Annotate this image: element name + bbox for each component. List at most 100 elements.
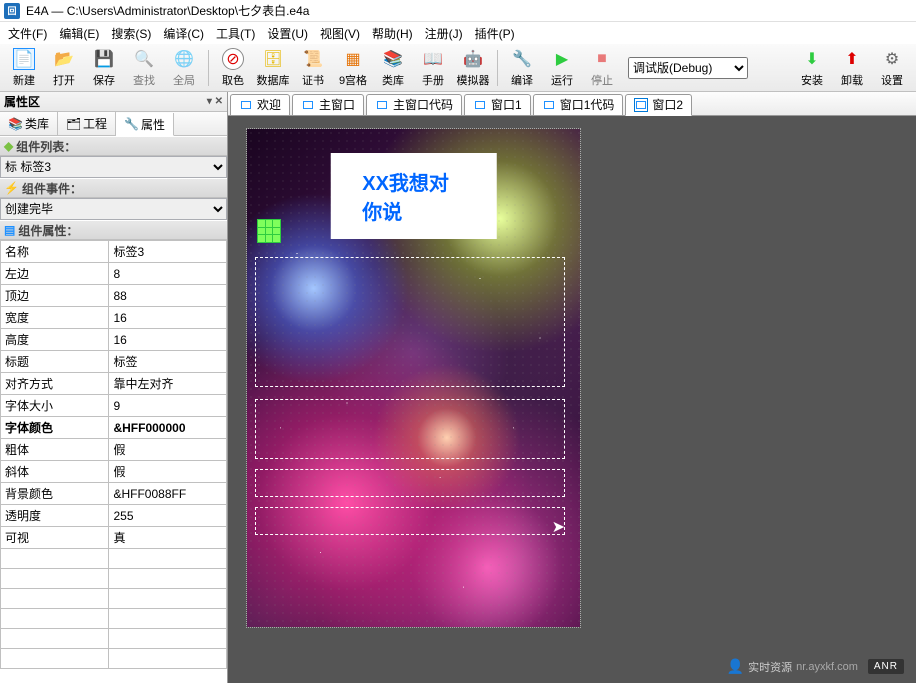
tool-lib-button[interactable]: 📚 类库	[373, 46, 413, 90]
selection-box-2[interactable]	[255, 399, 565, 459]
lib-icon: 📚	[382, 48, 404, 70]
tool-9g-button[interactable]: ▦9宫格	[333, 46, 373, 90]
editor-tab-窗口2[interactable]: 窗口2	[625, 94, 692, 116]
prop-value[interactable]: 标签	[109, 351, 227, 373]
tool-label: 编译	[511, 72, 533, 88]
prop-value[interactable]: 255	[109, 505, 227, 527]
menu-设置(U)[interactable]: 设置(U)	[261, 23, 314, 44]
prop-value[interactable]: 88	[109, 285, 227, 307]
prop-value[interactable]: 假	[109, 439, 227, 461]
tool-set-button[interactable]: ⚙设置	[872, 46, 912, 90]
tool-inst-button[interactable]: ⬇安装	[792, 46, 832, 90]
editor-tab-窗口1代码[interactable]: 窗口1代码	[533, 94, 624, 116]
tool-label: 类库	[382, 72, 404, 88]
tool-globe-button: 🌐全局	[164, 46, 204, 90]
selection-box-1[interactable]	[255, 257, 565, 387]
prop-name: 左边	[1, 263, 109, 285]
build-mode-select[interactable]: 调试版(Debug)	[628, 57, 748, 79]
component-event-header: ⚡ 组件事件：	[0, 178, 227, 198]
prop-name: 宽度	[1, 307, 109, 329]
design-label[interactable]: XX我想对你说	[330, 153, 497, 239]
panel-title-text: 属性区	[4, 93, 40, 110]
menu-编译(C)[interactable]: 编译(C)	[157, 23, 210, 44]
prop-row[interactable]: 左边8	[1, 263, 227, 285]
menu-工具(T)[interactable]: 工具(T)	[210, 23, 261, 44]
prop-row[interactable]: 可视真	[1, 527, 227, 549]
prop-name: 名称	[1, 241, 109, 263]
tool-run-button[interactable]: ▶运行	[542, 46, 582, 90]
tool-cert-button[interactable]: 📜证书	[293, 46, 333, 90]
event-select[interactable]: 创建完毕	[0, 198, 227, 220]
prop-value[interactable]: 靠中左对齐	[109, 373, 227, 395]
tool-db-button[interactable]: 🗄数据库	[253, 46, 293, 90]
tool-label: 停止	[591, 72, 613, 88]
prop-name: 粗体	[1, 439, 109, 461]
prop-row[interactable]: 背景颜色&HFF0088FF	[1, 483, 227, 505]
tool-emu-button[interactable]: 🤖模拟器	[453, 46, 493, 90]
prop-value[interactable]: &HFF0088FF	[109, 483, 227, 505]
prop-row[interactable]: 字体大小9	[1, 395, 227, 417]
db-icon: 🗄	[262, 48, 284, 70]
tool-stop-button: ■停止	[582, 46, 622, 90]
tool-book-button[interactable]: 📖手册	[413, 46, 453, 90]
panel-pin-close[interactable]: ▾ ✕	[207, 96, 223, 107]
tool-new-button[interactable]: 📄新建	[4, 46, 44, 90]
menu-编辑(E)[interactable]: 编辑(E)	[53, 23, 105, 44]
prop-value[interactable]: 16	[109, 307, 227, 329]
menu-搜索(S)[interactable]: 搜索(S)	[105, 23, 157, 44]
menubar: 文件(F)编辑(E)搜索(S)编译(C)工具(T)设置(U)视图(V)帮助(H)…	[0, 22, 916, 44]
watermark-tag: ANR	[868, 659, 904, 674]
window-icon	[301, 98, 315, 112]
tool-uninst-button[interactable]: ⬆卸载	[832, 46, 872, 90]
prop-value[interactable]: &HFF000000	[109, 417, 227, 439]
component-props-header: ▤ 组件属性：	[0, 220, 227, 240]
menu-帮助(H)[interactable]: 帮助(H)	[366, 23, 419, 44]
menu-插件(P)[interactable]: 插件(P)	[469, 23, 521, 44]
prop-row[interactable]: 透明度255	[1, 505, 227, 527]
prop-value[interactable]: 真	[109, 527, 227, 549]
prop-row[interactable]: 对齐方式靠中左对齐	[1, 373, 227, 395]
tab-icon: 📚	[8, 117, 22, 131]
menu-文件(F)[interactable]: 文件(F)	[2, 23, 53, 44]
selection-box-4[interactable]	[255, 507, 565, 535]
editor-tab-主窗口[interactable]: 主窗口	[292, 94, 364, 116]
editor-tab-主窗口代码[interactable]: 主窗口代码	[366, 94, 462, 116]
separator	[497, 50, 498, 86]
grid-widget[interactable]	[257, 219, 281, 243]
editor-tab-欢迎[interactable]: 欢迎	[230, 94, 290, 116]
prop-row[interactable]: 字体颜色&HFF000000	[1, 417, 227, 439]
prop-value[interactable]: 8	[109, 263, 227, 285]
prop-value[interactable]: 假	[109, 461, 227, 483]
tool-comp-button[interactable]: 🔧编译	[502, 46, 542, 90]
prop-row[interactable]: 粗体假	[1, 439, 227, 461]
panel-tab-工程[interactable]: 🗂工程	[58, 112, 116, 135]
find-icon: 🔍	[133, 48, 155, 70]
menu-注册(J)[interactable]: 注册(J)	[419, 23, 469, 44]
prop-row[interactable]: 标题标签	[1, 351, 227, 373]
prop-row[interactable]: 名称标签3	[1, 241, 227, 263]
tool-save-button[interactable]: 💾保存	[84, 46, 124, 90]
tool-open-button[interactable]: 📂打开	[44, 46, 84, 90]
menu-视图(V)[interactable]: 视图(V)	[314, 23, 366, 44]
panel-tabs: 📚类库🗂工程🔧属性	[0, 112, 227, 136]
editor-tab-窗口1[interactable]: 窗口1	[464, 94, 531, 116]
panel-tab-类库[interactable]: 📚类库	[0, 112, 58, 135]
prop-value[interactable]: 9	[109, 395, 227, 417]
tool-cancel-button[interactable]: ⊘取色	[213, 46, 253, 90]
prop-row[interactable]: 宽度16	[1, 307, 227, 329]
component-select[interactable]: 标 标签3	[0, 156, 227, 178]
app-icon: 回	[4, 3, 20, 19]
component-event-title: 组件事件：	[22, 180, 82, 197]
design-canvas[interactable]: XX我想对你说 ➤ 👤 实时资源 nr.ayxkf.com ANR	[228, 116, 916, 683]
prop-value[interactable]: 16	[109, 329, 227, 351]
prop-name: 背景颜色	[1, 483, 109, 505]
prop-value[interactable]: 标签3	[109, 241, 227, 263]
prop-row[interactable]: 顶边88	[1, 285, 227, 307]
tab-icon: 🗂	[66, 117, 80, 131]
prop-row[interactable]: 高度16	[1, 329, 227, 351]
panel-tab-属性[interactable]: 🔧属性	[116, 113, 174, 136]
property-grid[interactable]: 名称标签3左边8顶边88宽度16高度16标题标签对齐方式靠中左对齐字体大小9字体…	[0, 240, 227, 669]
prop-row[interactable]: 斜体假	[1, 461, 227, 483]
selection-box-3[interactable]	[255, 469, 565, 497]
tool-label: 取色	[222, 72, 244, 88]
